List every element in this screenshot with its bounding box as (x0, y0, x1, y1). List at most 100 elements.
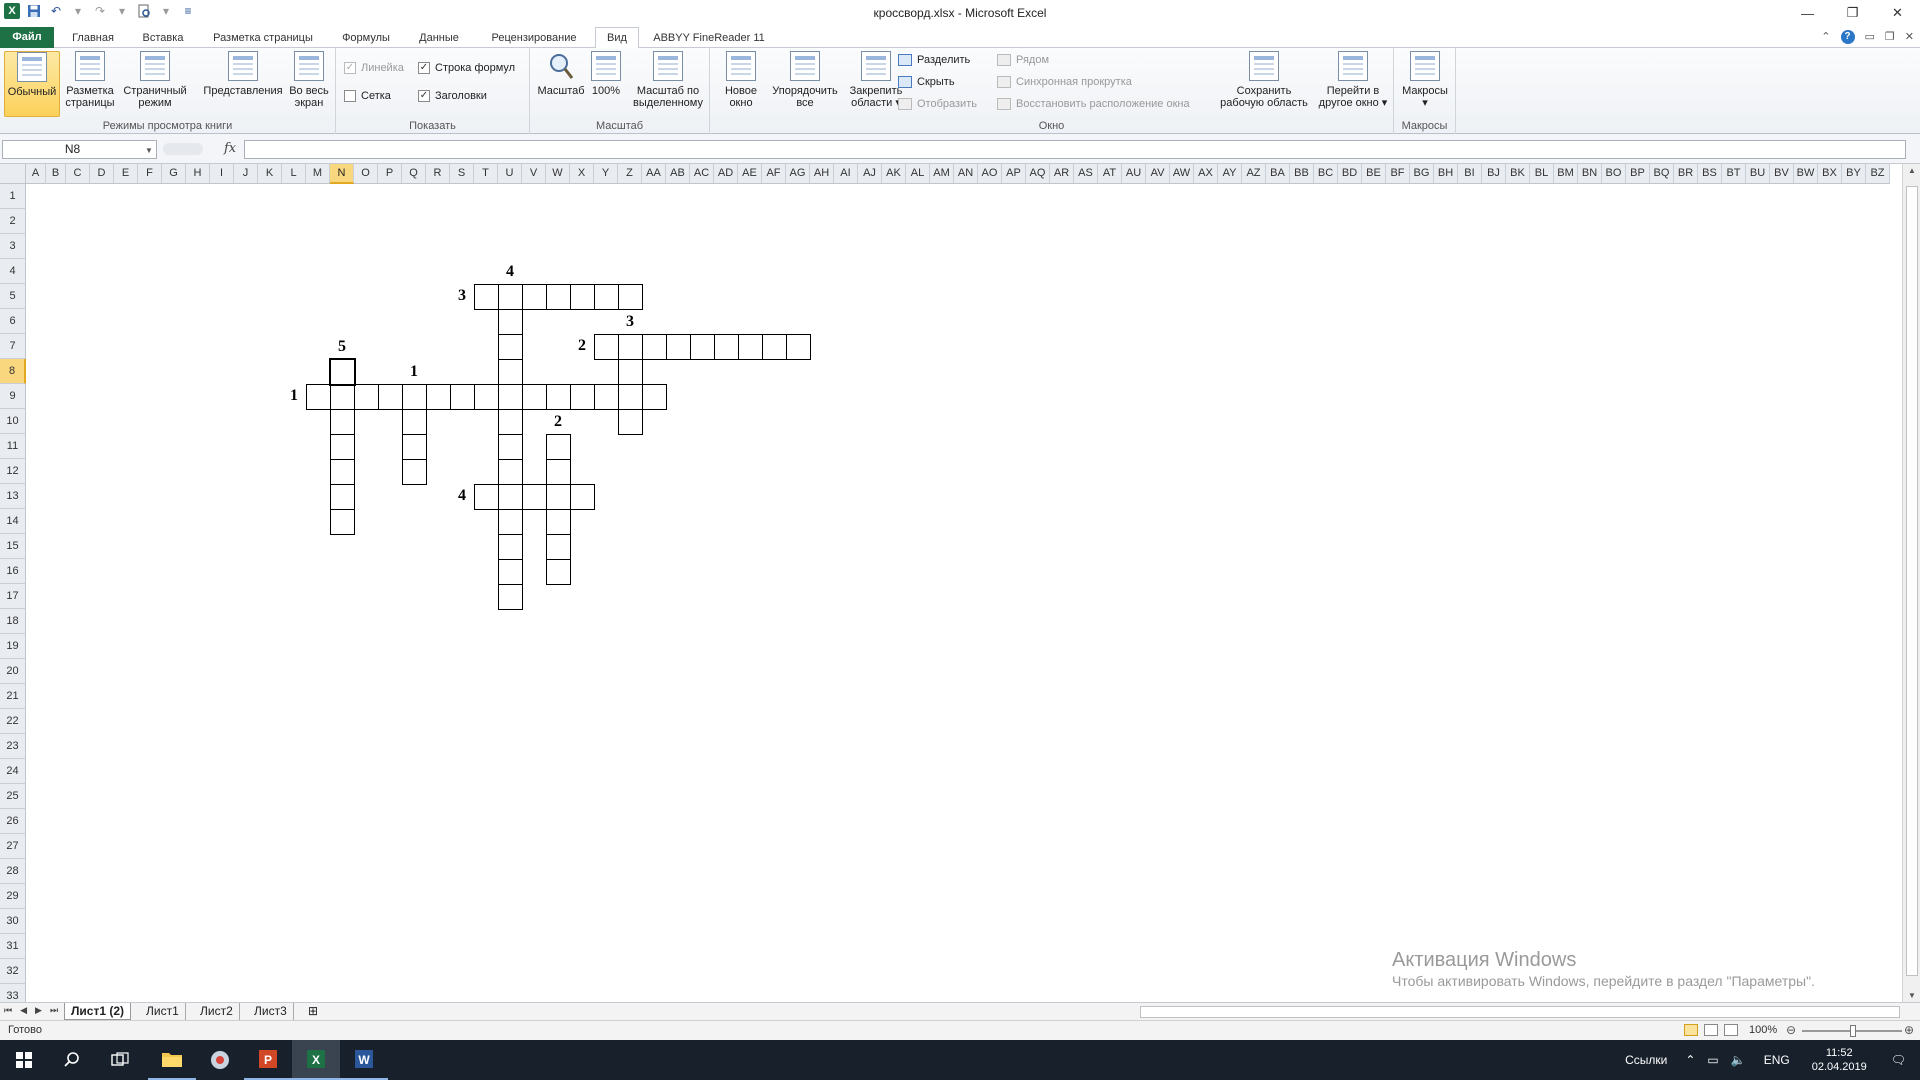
page-break-status-icon[interactable] (1724, 1024, 1738, 1036)
crossword-cell[interactable] (498, 384, 523, 410)
crossword-cell[interactable] (498, 284, 523, 310)
row-header[interactable]: 24 (0, 759, 26, 784)
new-window-button[interactable]: Новое окно (716, 51, 766, 109)
column-header[interactable]: BC (1314, 164, 1338, 184)
crossword-cell[interactable] (402, 434, 427, 460)
crossword-cell[interactable] (498, 459, 523, 485)
prev-sheet-icon[interactable]: ◀ (20, 1005, 27, 1016)
column-header[interactable]: AK (882, 164, 906, 184)
row-header[interactable]: 1 (0, 184, 26, 209)
row-header[interactable]: 19 (0, 634, 26, 659)
column-header[interactable]: BW (1794, 164, 1818, 184)
crossword-cell[interactable] (522, 284, 547, 310)
column-header[interactable]: BH (1434, 164, 1458, 184)
page-layout-status-icon[interactable] (1704, 1024, 1718, 1036)
row-header[interactable]: 31 (0, 934, 26, 959)
crossword-cell[interactable] (402, 384, 427, 410)
sheet-tab-list1[interactable]: Лист1 (140, 1003, 186, 1020)
clock[interactable]: 11:52 02.04.2019 (1802, 1046, 1877, 1074)
row-header[interactable]: 27 (0, 834, 26, 859)
formula-bar-checkbox[interactable]: ✓ Строка формул (418, 62, 515, 74)
column-header[interactable]: AU (1122, 164, 1146, 184)
excel-taskbar-icon[interactable]: X (292, 1040, 340, 1080)
crossword-cell[interactable] (498, 434, 523, 460)
column-header[interactable]: AV (1146, 164, 1170, 184)
tab-formulas[interactable]: Формулы (333, 28, 399, 48)
page-break-view-button[interactable]: Страничный режим (120, 51, 190, 109)
scroll-thumb[interactable] (1906, 186, 1918, 976)
column-header[interactable]: AT (1098, 164, 1122, 184)
crossword-cell[interactable] (594, 334, 619, 360)
column-header[interactable]: AG (786, 164, 810, 184)
cells-area[interactable]: 1 2 3 4 1 2 3 4 5 (26, 184, 1902, 1002)
column-header[interactable]: BR (1674, 164, 1698, 184)
column-header[interactable]: BY (1842, 164, 1866, 184)
crossword-cell[interactable] (714, 334, 739, 360)
select-all-corner[interactable] (0, 164, 26, 184)
column-header[interactable]: W (546, 164, 570, 184)
normal-view-button[interactable]: Обычный (4, 51, 60, 117)
row-header[interactable]: 7 (0, 334, 26, 359)
sheet-tab-list2[interactable]: Лист2 (194, 1003, 240, 1020)
column-header[interactable]: BN (1578, 164, 1602, 184)
column-header[interactable]: AA (642, 164, 666, 184)
row-header[interactable]: 12 (0, 459, 26, 484)
file-explorer-icon[interactable] (148, 1040, 196, 1080)
reset-window-position-button[interactable]: Восстановить расположение окна (997, 98, 1190, 110)
column-header[interactable]: M (306, 164, 330, 184)
crossword-cell[interactable] (426, 384, 451, 410)
row-header[interactable]: 3 (0, 234, 26, 259)
windows-start-icon[interactable] (0, 1040, 48, 1080)
crossword-cell[interactable] (474, 284, 499, 310)
scroll-down-icon[interactable]: ▼ (1903, 991, 1920, 1000)
row-header[interactable]: 4 (0, 259, 26, 284)
column-header[interactable]: BK (1506, 164, 1530, 184)
column-header[interactable]: AP (1002, 164, 1026, 184)
crossword-cell[interactable] (330, 484, 355, 510)
row-header[interactable]: 17 (0, 584, 26, 609)
crossword-cell[interactable] (546, 534, 571, 560)
minimize-ribbon-icon[interactable]: ⌃ (1821, 30, 1830, 44)
crossword-cell[interactable] (498, 559, 523, 585)
scroll-up-icon[interactable]: ▲ (1903, 166, 1920, 175)
column-header[interactable]: BQ (1650, 164, 1674, 184)
row-header[interactable]: 25 (0, 784, 26, 809)
row-header[interactable]: 10 (0, 409, 26, 434)
crossword-cell[interactable] (402, 459, 427, 485)
crossword-cell[interactable] (378, 384, 403, 410)
column-header[interactable]: AJ (858, 164, 882, 184)
column-header[interactable]: R (426, 164, 450, 184)
word-icon[interactable]: W (340, 1040, 388, 1080)
crossword-cell[interactable] (570, 484, 595, 510)
crossword-cell[interactable] (762, 334, 787, 360)
crossword-cell[interactable] (354, 384, 379, 410)
crossword-cell[interactable] (330, 384, 355, 410)
notifications-icon[interactable]: 🗨 (1877, 1053, 1920, 1067)
crossword-cell[interactable] (498, 509, 523, 535)
zoom-in-icon[interactable]: ⊕ (1904, 1023, 1914, 1037)
crossword-cell[interactable] (618, 409, 643, 435)
column-header[interactable]: AN (954, 164, 978, 184)
column-header[interactable]: O (354, 164, 378, 184)
column-header[interactable]: AL (906, 164, 930, 184)
row-header[interactable]: 22 (0, 709, 26, 734)
active-cell-outline[interactable] (329, 358, 356, 386)
full-screen-button[interactable]: Во весь экран (286, 51, 332, 109)
column-header[interactable]: S (450, 164, 474, 184)
column-header[interactable]: BD (1338, 164, 1362, 184)
row-header[interactable]: 9 (0, 384, 26, 409)
column-header[interactable]: BF (1386, 164, 1410, 184)
row-header[interactable]: 11 (0, 434, 26, 459)
normal-view-status-icon[interactable] (1684, 1024, 1698, 1036)
doc-minimize-icon[interactable]: ▭ (1865, 30, 1875, 44)
tab-view[interactable]: Вид (595, 27, 639, 49)
zoom-level[interactable]: 100% (1749, 1024, 1777, 1036)
doc-close-icon[interactable]: ✕ (1905, 30, 1914, 44)
crossword-cell[interactable] (546, 284, 571, 310)
zoom-100-button[interactable]: 100% (586, 51, 626, 97)
crossword-cell[interactable] (330, 509, 355, 535)
row-header[interactable]: 8 (0, 359, 26, 384)
column-header[interactable]: AE (738, 164, 762, 184)
column-header[interactable]: AS (1074, 164, 1098, 184)
column-header[interactable]: P (378, 164, 402, 184)
